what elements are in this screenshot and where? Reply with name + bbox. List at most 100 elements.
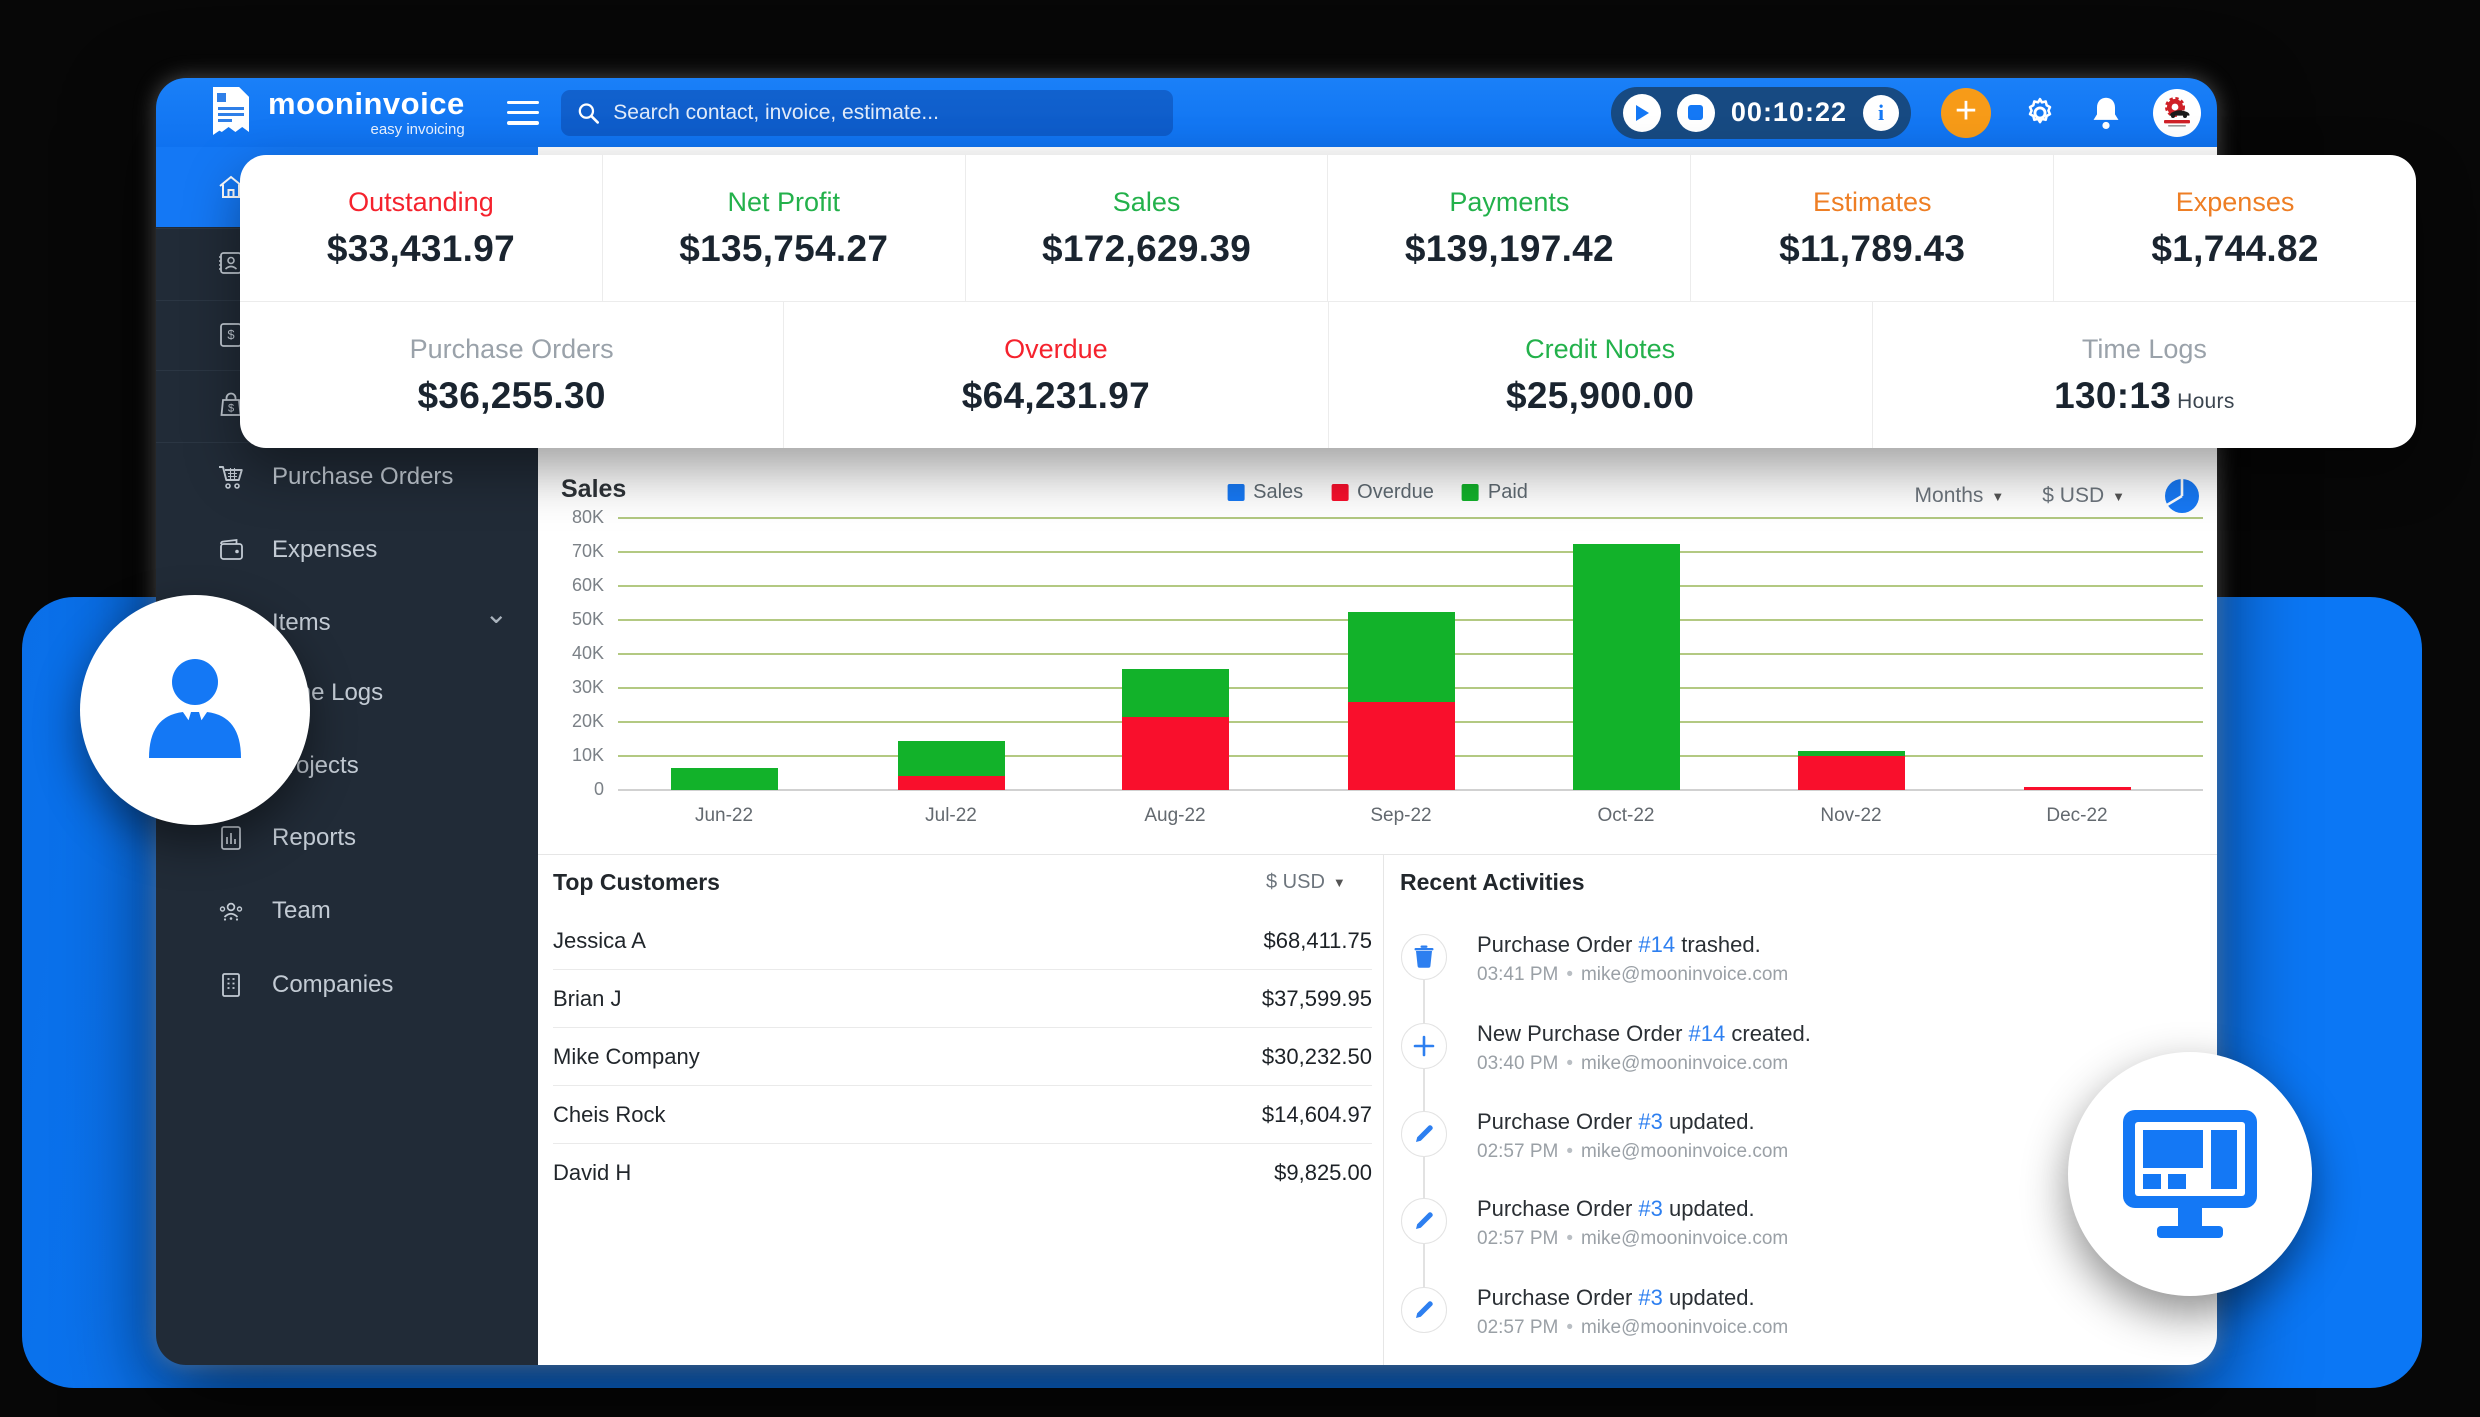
notifications-bell-icon[interactable] — [2089, 95, 2123, 131]
kpi-label: Purchase Orders — [410, 334, 614, 365]
timer-play-button[interactable] — [1623, 94, 1661, 132]
chevron-down-icon: ⌄ — [485, 597, 508, 630]
sidebar-item-purchase-orders[interactable]: Purchase Orders — [156, 441, 538, 513]
legend-item-overdue[interactable]: Overdue — [1331, 481, 1434, 504]
customer-name: David H — [553, 1160, 631, 1186]
kpi-value: $135,754.27 — [679, 228, 888, 270]
sidebar-item-label: Expenses — [272, 536, 377, 564]
search-icon — [577, 101, 600, 125]
global-search[interactable] — [561, 90, 1173, 136]
activity-user-email: mike@mooninvoice.com — [1581, 1228, 1788, 1249]
activity-text: Purchase Order #14 trashed. — [1477, 932, 1761, 958]
bar-overdue-Jul-22 — [898, 776, 1005, 790]
bar-overdue-Dec-22 — [2024, 787, 2131, 790]
pie-chart-toggle-icon[interactable] — [2163, 477, 2201, 515]
kpi-value: $172,629.39 — [1042, 228, 1251, 270]
divider — [1383, 855, 1384, 1365]
kpi-purchase-orders: Purchase Orders $36,255.30 — [240, 302, 783, 448]
stop-icon — [1688, 105, 1703, 120]
svg-text:$: $ — [228, 403, 234, 415]
y-axis-tick: 20K — [540, 711, 604, 732]
settings-gear-icon[interactable] — [2021, 94, 2059, 132]
x-axis-tick: Oct-22 — [1556, 805, 1696, 827]
gridline — [618, 721, 2203, 723]
kpi-value: $139,197.42 — [1405, 228, 1614, 270]
y-axis-tick: 50K — [540, 609, 604, 630]
activity-time: 02:57 PM — [1477, 1317, 1558, 1338]
recent-activities-title: Recent Activities — [1400, 869, 1585, 896]
sidebar-item-label: Purchase Orders — [272, 463, 453, 491]
activity-text: New Purchase Order #14 created. — [1477, 1021, 1811, 1047]
currency-dropdown[interactable]: $ USD▼ — [2042, 484, 2125, 508]
legend-label: Overdue — [1357, 481, 1434, 504]
period-dropdown[interactable]: Months▼ — [1915, 484, 2005, 508]
x-axis-tick: Aug-22 — [1105, 805, 1245, 827]
activity-reference-link[interactable]: #14 — [1689, 1021, 1726, 1046]
chevron-down-icon: ▼ — [2112, 489, 2125, 504]
businessman-icon — [131, 646, 259, 774]
activity-meta: 02:57 PM•mike@mooninvoice.com — [1477, 1141, 1788, 1163]
gridline — [618, 585, 2203, 587]
activity-reference-link[interactable]: #3 — [1638, 1196, 1662, 1221]
sidebar-item-label: Companies — [272, 971, 393, 999]
add-new-button[interactable]: + — [1941, 88, 1991, 138]
y-axis-tick: 30K — [540, 677, 604, 698]
bar-paid-Oct-22 — [1573, 544, 1680, 791]
kpi-sales: Sales$172,629.39 — [965, 155, 1328, 301]
customer-amount: $30,232.50 — [1262, 1044, 1372, 1070]
activity-pencil-icon — [1401, 1198, 1447, 1244]
sidebar-item-expenses[interactable]: Expenses — [156, 514, 538, 586]
x-axis-tick: Jul-22 — [881, 805, 1021, 827]
activity-reference-link[interactable]: #14 — [1638, 932, 1675, 957]
top-customers-title: Top Customers — [553, 869, 720, 896]
marketing-canvas: mooninvoice easy invoicing — [0, 0, 2480, 1417]
sidebar-item-label: Team — [272, 897, 331, 925]
timer-stop-button[interactable] — [1677, 94, 1715, 132]
kpi-label: Payments — [1449, 187, 1569, 218]
customers-currency-dropdown[interactable]: $ USD▼ — [1266, 871, 1346, 894]
customer-row[interactable]: David H$9,825.00 — [553, 1144, 1372, 1202]
bar-paid-Nov-22 — [1798, 751, 1905, 756]
legend-item-sales[interactable]: Sales — [1227, 481, 1303, 504]
customer-amount: $14,604.97 — [1262, 1102, 1372, 1128]
hamburger-menu-icon[interactable] — [507, 101, 539, 125]
customer-amount: $68,411.75 — [1264, 928, 1372, 954]
kpi-value: $33,431.97 — [327, 228, 515, 270]
bar-paid-Jul-22 — [898, 741, 1005, 777]
legend-item-paid[interactable]: Paid — [1462, 481, 1528, 504]
customer-row[interactable]: Jessica A$68,411.75 — [553, 912, 1372, 970]
user-avatar[interactable] — [2153, 89, 2201, 137]
customer-name: Brian J — [553, 986, 621, 1012]
play-icon — [1634, 104, 1650, 122]
gridline — [618, 755, 2203, 757]
activity-reference-link[interactable]: #3 — [1638, 1109, 1662, 1134]
activity-meta: 03:41 PM•mike@mooninvoice.com — [1477, 964, 1788, 986]
x-axis-tick: Nov-22 — [1781, 805, 1921, 827]
activity-time: 03:41 PM — [1477, 964, 1558, 985]
sidebar-item-team[interactable]: Team — [156, 875, 538, 947]
customer-row[interactable]: Mike Company$30,232.50 — [553, 1028, 1372, 1086]
kpi-value: $36,255.30 — [418, 375, 606, 417]
activity-time: 03:40 PM — [1477, 1053, 1558, 1074]
kpi-value: $64,231.97 — [962, 375, 1150, 417]
kpi-credit-notes: Credit Notes$25,900.00 — [1328, 302, 1872, 448]
activity-time: 02:57 PM — [1477, 1141, 1558, 1162]
sidebar-item-companies[interactable]: Companies — [156, 949, 538, 1021]
y-axis-tick: 0 — [540, 779, 604, 800]
customer-row[interactable]: Cheis Rock$14,604.97 — [553, 1086, 1372, 1144]
monitor-icon — [2115, 1104, 2265, 1244]
activity-pencil-icon — [1401, 1287, 1447, 1333]
kpi-net-profit: Net Profit$135,754.27 — [602, 155, 965, 301]
customer-row[interactable]: Brian J$37,599.95 — [553, 970, 1372, 1028]
bar-paid-Sep-22 — [1348, 612, 1455, 702]
chevron-down-icon: ▼ — [1991, 489, 2004, 504]
activity-user-email: mike@mooninvoice.com — [1581, 964, 1788, 985]
activity-pencil-icon — [1401, 1111, 1447, 1157]
search-input[interactable] — [611, 100, 1156, 126]
activity-reference-link[interactable]: #3 — [1638, 1285, 1662, 1310]
timer-info-button[interactable]: i — [1863, 95, 1899, 131]
chevron-down-icon: ▼ — [1333, 875, 1346, 890]
gridline — [618, 653, 2203, 655]
activity-plus-icon — [1401, 1023, 1447, 1069]
x-axis-tick: Jun-22 — [654, 805, 794, 827]
